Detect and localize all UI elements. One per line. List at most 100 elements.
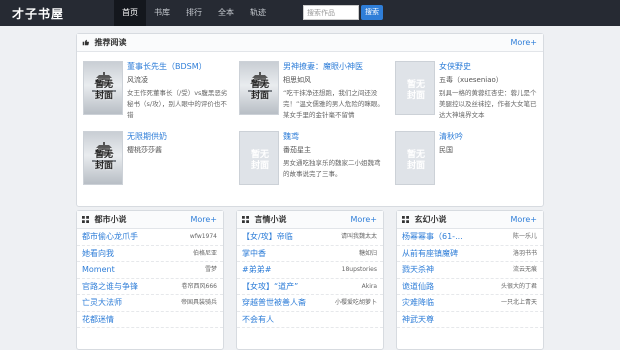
book-cover[interactable]: 暂无 封面: [239, 61, 279, 115]
list-item[interactable]: 不会有人: [237, 312, 383, 329]
book-cover-placeholder[interactable]: 暂无 封面: [239, 131, 279, 185]
category-header: 玄幻小说 More+: [397, 211, 543, 229]
book-cover-placeholder[interactable]: 暂无 封面: [395, 61, 435, 115]
category-panel-fantasy: 玄幻小说 More+ 杨幂幂事（61-... 陈一乐儿 从前有座镇魔碑 洛羽书书 戮…: [396, 210, 544, 350]
category-header: 都市小说 More+: [77, 211, 223, 229]
category-title: 玄幻小说: [414, 215, 447, 224]
book-author: 相思如风: [283, 76, 311, 84]
nav-ranking[interactable]: 排行: [178, 0, 210, 26]
list-item[interactable]: 花都迷情: [77, 312, 223, 329]
recommend-title: 推荐阅读: [94, 38, 127, 47]
cover-text-line2: 封面: [94, 91, 113, 101]
recommend-header: 推荐阅读 More+: [77, 34, 543, 52]
cover-text-line1: 暂无: [94, 80, 113, 90]
cover-text-line2: 封面: [406, 91, 425, 101]
category-more-link[interactable]: More+: [190, 211, 217, 229]
nav-history[interactable]: 轨迹: [242, 0, 274, 26]
book-title[interactable]: 清秋吟: [439, 131, 463, 142]
book-author: 番茄星主: [283, 146, 311, 154]
list-item-author: 糖如归: [358, 249, 377, 257]
book-card[interactable]: 暂无 封面 清秋吟 民国: [395, 131, 542, 195]
nav-library[interactable]: 书库: [146, 0, 178, 26]
list-item-title[interactable]: 【女攻】“道产”: [242, 279, 298, 296]
book-description: “吃干抹净还想跑，我们之间还没完！”温文儒雅的男人危险的眯眼。某女手里的金针毫不…: [283, 89, 384, 119]
list-item[interactable]: 官路之谁与争锋 卷帘西风666: [77, 279, 223, 296]
list-item-title[interactable]: 亡灵大法师: [82, 295, 122, 312]
book-card[interactable]: 暂无 封面 男神撩妻：魔眼小神医 相思如风 “吃干抹净还想跑，我们之间还没完！”…: [239, 61, 386, 125]
list-item[interactable]: 从前有座镇魔碑 洛羽书书: [397, 246, 543, 263]
list-item-title[interactable]: 从前有座镇魔碑: [402, 246, 458, 263]
book-card[interactable]: 暂无 封面 董事长先生（BDSM） 风流凌 女王作死董事长（/受）vs腹黑恶劣秘…: [83, 61, 230, 125]
book-description: 男女通吃独享乐的魏家二小姐魏鸢的故事说完了三事。: [283, 159, 381, 178]
cover-text-line2: 封面: [250, 91, 269, 101]
list-item[interactable]: #弟弟# 18upstories: [237, 262, 383, 279]
list-item[interactable]: 杨幂幂事（61-... 陈一乐儿: [397, 229, 543, 246]
book-title[interactable]: 女侠野史: [439, 61, 471, 72]
search-input[interactable]: [303, 5, 359, 20]
list-item-author: 洛羽书书: [512, 249, 537, 257]
list-item[interactable]: 【女攻】“道产” Akira: [237, 279, 383, 296]
list-item[interactable]: 【女/攻】帝临 请叫我魏太太: [237, 229, 383, 246]
list-item[interactable]: 灾难降临 一只北上青天: [397, 295, 543, 312]
grid-icon: [402, 216, 409, 223]
list-item-title[interactable]: #弟弟#: [242, 262, 271, 279]
list-item-title[interactable]: 她看向我: [82, 246, 114, 263]
list-item-title[interactable]: 不会有人: [242, 312, 274, 329]
list-item[interactable]: 亡灵大法师 帝国具装骑兵: [77, 295, 223, 312]
list-item[interactable]: 神武天尊: [397, 312, 543, 329]
list-item-title[interactable]: 杨幂幂事（61-...: [402, 229, 463, 246]
book-author: 风流凌: [127, 76, 148, 84]
book-description: 别具一格的黄蓉红杏史：蓉儿是个美腿控以及丝袜控，作者大女笔已达大神境界文本: [439, 89, 537, 119]
book-description: [127, 158, 229, 191]
book-card[interactable]: 暂无 封面 无限期供奶 樱桃莎莎酱: [83, 131, 230, 195]
book-card[interactable]: 暂无 封面 魏鸢 番茄星主 男女通吃独享乐的魏家二小姐魏鸢的故事说完了三事。: [239, 131, 386, 195]
book-card[interactable]: 暂无 封面 女侠野史 五毒（xueseniao） 别具一格的黄蓉红杏史：蓉儿是个…: [395, 61, 542, 125]
book-cover-placeholder[interactable]: 暂无 封面: [395, 131, 435, 185]
category-title: 言情小说: [254, 215, 287, 224]
book-title[interactable]: 董事长先生（BDSM）: [127, 61, 207, 72]
nav-home[interactable]: 首页: [114, 0, 146, 26]
book-title[interactable]: 魏鸢: [283, 131, 299, 142]
book-title[interactable]: 无限期供奶: [127, 131, 167, 142]
list-item-title[interactable]: 掌中香: [242, 246, 266, 263]
list-item-title[interactable]: 花都迷情: [82, 312, 114, 329]
list-item[interactable]: Moment 雪梦: [77, 262, 223, 279]
list-item-title[interactable]: 神武天尊: [402, 312, 434, 329]
list-item-title[interactable]: 灾难降临: [402, 295, 434, 312]
nav-completed[interactable]: 全本: [210, 0, 242, 26]
book-cover[interactable]: 暂无 封面: [83, 131, 123, 185]
category-panel-romance: 言情小说 More+ 【女/攻】帝临 请叫我魏太太 掌中香 糖如归 #弟弟# 18up…: [236, 210, 384, 350]
recommend-more-link[interactable]: More+: [510, 34, 537, 52]
list-item-author: 伯格尼亚: [192, 249, 217, 257]
list-item[interactable]: 掌中香 糖如归: [237, 246, 383, 263]
list-item-title[interactable]: 官路之谁与争锋: [82, 279, 138, 296]
book-cover[interactable]: 暂无 封面: [83, 61, 123, 115]
list-item-title[interactable]: 穿越普世被善人斋: [242, 295, 306, 312]
main-nav: 首页 书库 排行 全本 轨迹: [114, 0, 274, 26]
book-author: 民国: [439, 146, 453, 154]
list-item-title[interactable]: 都市偷心龙爪手: [82, 229, 138, 246]
site-logo[interactable]: 才子书屋: [12, 5, 64, 22]
search-button[interactable]: 搜索: [361, 5, 383, 20]
list-item-author: 请叫我魏太太: [340, 233, 377, 240]
list-item-title[interactable]: 戮天杀神: [402, 262, 434, 279]
category-header: 言情小说 More+: [237, 211, 383, 229]
book-author: 樱桃莎莎酱: [127, 146, 162, 154]
cover-text-line1: 暂无: [250, 150, 269, 160]
list-item-author: Akira: [361, 282, 377, 290]
category-more-link[interactable]: More+: [510, 211, 537, 229]
list-item-title[interactable]: 诡道仙路: [402, 279, 434, 296]
book-title[interactable]: 男神撩妻：魔眼小神医: [283, 61, 363, 72]
list-item[interactable]: 都市偷心龙爪手 wfw1974: [77, 229, 223, 246]
cover-text-line1: 暂无: [94, 150, 113, 160]
recommend-panel: 推荐阅读 More+ 暂无 封面 董事长先生（BDSM） 风流凌 女王作死董事长…: [76, 33, 544, 207]
cover-text-line2: 封面: [406, 161, 425, 171]
category-more-link[interactable]: More+: [350, 211, 377, 229]
list-item[interactable]: 她看向我 伯格尼亚: [77, 246, 223, 263]
list-item-author: wfw1974: [189, 233, 217, 240]
list-item-title[interactable]: Moment: [82, 262, 115, 279]
list-item-title[interactable]: 【女/攻】帝临: [242, 229, 293, 246]
list-item[interactable]: 戮天杀神 流云无痕: [397, 262, 543, 279]
list-item[interactable]: 诡道仙路 头很大的丁君: [397, 279, 543, 296]
list-item[interactable]: 穿越普世被善人斋 小樱爱吃胡萝卜: [237, 295, 383, 312]
